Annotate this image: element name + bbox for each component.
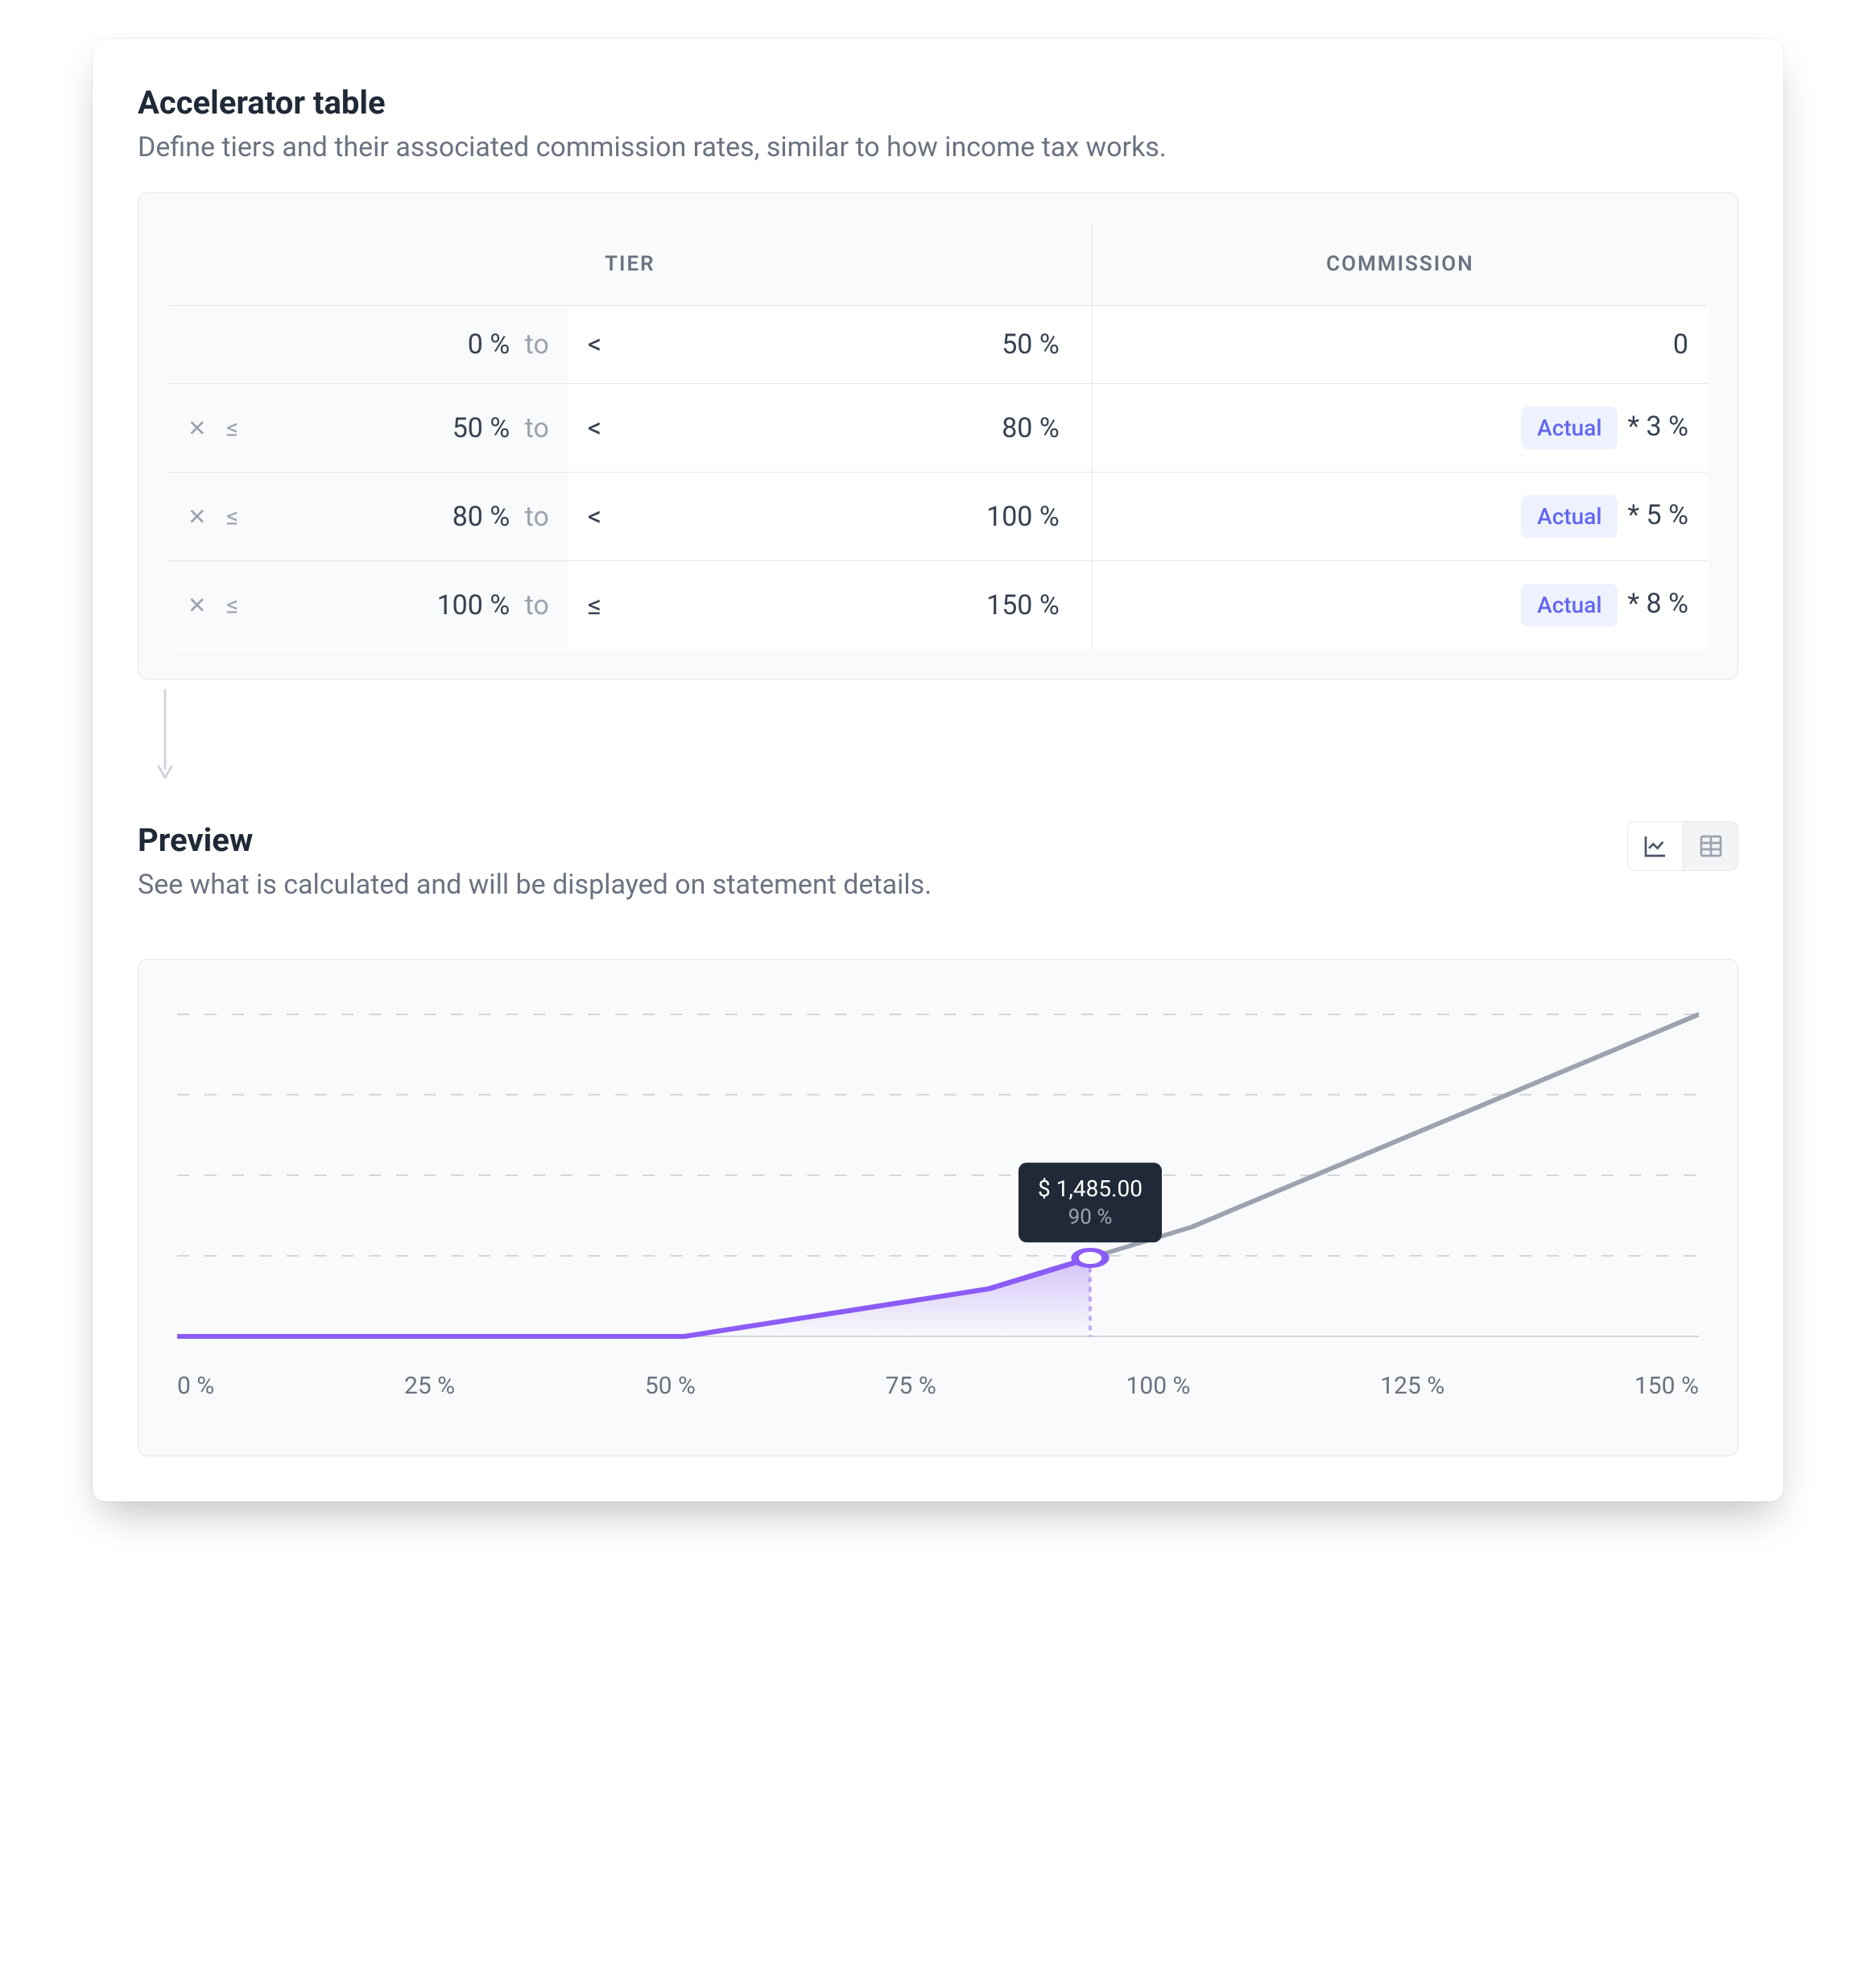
remove-tier-button[interactable]: ✕ bbox=[188, 415, 206, 441]
preview-description: See what is calculated and will be displ… bbox=[138, 869, 932, 901]
tier-to-value[interactable]: 50 % bbox=[661, 306, 1093, 384]
accelerator-panel: TIER COMMISSION 0 % to<50 %0✕≤50 % to<80… bbox=[138, 192, 1738, 679]
tier-operator[interactable]: ≤ bbox=[568, 561, 661, 650]
actual-badge: Actual bbox=[1521, 584, 1618, 626]
remove-tier-button[interactable]: ✕ bbox=[188, 503, 206, 530]
preview-header: Preview See what is calculated and will … bbox=[138, 821, 1738, 930]
x-tick-label: 100 % bbox=[1126, 1372, 1191, 1400]
accelerator-title: Accelerator table bbox=[138, 84, 1738, 122]
commission-cell[interactable]: Actual * 5 % bbox=[1092, 473, 1708, 561]
to-label: to bbox=[518, 501, 549, 533]
tier-from-cell: ✕ ≤80 % to bbox=[168, 473, 568, 561]
lte-icon: ≤ bbox=[226, 591, 238, 619]
x-tick-label: 0 % bbox=[177, 1372, 214, 1400]
x-tick-label: 25 % bbox=[404, 1372, 455, 1400]
tier-table: TIER COMMISSION 0 % to<50 %0✕≤50 % to<80… bbox=[167, 222, 1709, 650]
commission-chart[interactable] bbox=[177, 998, 1699, 1352]
tier-operator[interactable]: < bbox=[568, 306, 661, 384]
remove-tier-button[interactable]: ✕ bbox=[188, 592, 206, 618]
commission-value: 0 bbox=[1673, 328, 1688, 361]
to-label: to bbox=[518, 412, 549, 444]
tier-from-value: 80 % bbox=[397, 501, 510, 533]
lte-icon: ≤ bbox=[226, 502, 238, 531]
lte-icon: ≤ bbox=[226, 414, 238, 442]
table-view-button[interactable] bbox=[1683, 822, 1738, 870]
x-tick-label: 75 % bbox=[886, 1372, 936, 1400]
accelerator-card: Accelerator table Define tiers and their… bbox=[93, 39, 1783, 1501]
tooltip-amount: $ 1,485.00 bbox=[1038, 1175, 1143, 1202]
tier-header: TIER bbox=[168, 223, 1093, 306]
tier-operator[interactable]: < bbox=[568, 473, 661, 561]
x-axis-labels: 0 % 25 % 50 % 75 % 100 % 125 % 150 % bbox=[177, 1352, 1699, 1400]
accelerator-description: Define tiers and their associated commis… bbox=[138, 131, 1738, 163]
commission-cell[interactable]: 0 bbox=[1092, 306, 1708, 384]
tier-to-value[interactable]: 150 % bbox=[661, 561, 1093, 650]
preview-title: Preview bbox=[138, 821, 932, 859]
to-label: to bbox=[518, 589, 549, 622]
commission-header: COMMISSION bbox=[1092, 223, 1708, 306]
x-tick-label: 125 % bbox=[1380, 1372, 1444, 1400]
chart-container: $ 1,485.00 90 % 0 % 25 % 50 % 75 % 100 % 125 … bbox=[177, 998, 1699, 1417]
tier-from-value: 0 % bbox=[397, 328, 510, 361]
commission-cell[interactable]: Actual * 8 % bbox=[1092, 561, 1708, 650]
preview-chart-panel: $ 1,485.00 90 % 0 % 25 % 50 % 75 % 100 % 125 … bbox=[138, 959, 1738, 1456]
commission-value: * 3 % bbox=[1627, 411, 1688, 443]
tier-from-cell: 0 % to bbox=[168, 306, 568, 384]
commission-value: * 8 % bbox=[1627, 588, 1688, 620]
tooltip-percent: 90 % bbox=[1038, 1205, 1143, 1229]
view-toggle bbox=[1627, 821, 1738, 871]
arrow-down-icon bbox=[157, 689, 1738, 789]
tier-row: ✕ ≤80 % to <100 % Actual * 5 % bbox=[168, 473, 1709, 561]
tier-row: 0 % to<50 %0 bbox=[168, 306, 1709, 384]
commission-cell[interactable]: Actual * 3 % bbox=[1092, 384, 1708, 473]
chart-tooltip: $ 1,485.00 90 % bbox=[1019, 1163, 1162, 1242]
actual-badge: Actual bbox=[1521, 407, 1618, 449]
tier-from-value: 50 % bbox=[397, 412, 510, 444]
tier-row: ✕ ≤100 % to ≤150 % Actual * 8 % bbox=[168, 561, 1709, 650]
table-icon bbox=[1698, 833, 1724, 859]
tier-to-value[interactable]: 100 % bbox=[661, 473, 1093, 561]
tier-operator[interactable]: < bbox=[568, 384, 661, 473]
tier-from-value: 100 % bbox=[397, 589, 510, 622]
tier-from-cell: ✕ ≤50 % to bbox=[168, 384, 568, 473]
actual-badge: Actual bbox=[1521, 495, 1618, 538]
line-chart-icon bbox=[1643, 833, 1668, 859]
tier-row: ✕ ≤50 % to <80 % Actual * 3 % bbox=[168, 384, 1709, 473]
to-label: to bbox=[518, 328, 549, 361]
chart-view-button[interactable] bbox=[1628, 822, 1683, 870]
tier-from-cell: ✕ ≤100 % to bbox=[168, 561, 568, 650]
x-tick-label: 150 % bbox=[1634, 1372, 1699, 1400]
x-tick-label: 50 % bbox=[645, 1372, 696, 1400]
commission-value: * 5 % bbox=[1627, 499, 1688, 531]
tier-to-value[interactable]: 80 % bbox=[661, 384, 1093, 473]
